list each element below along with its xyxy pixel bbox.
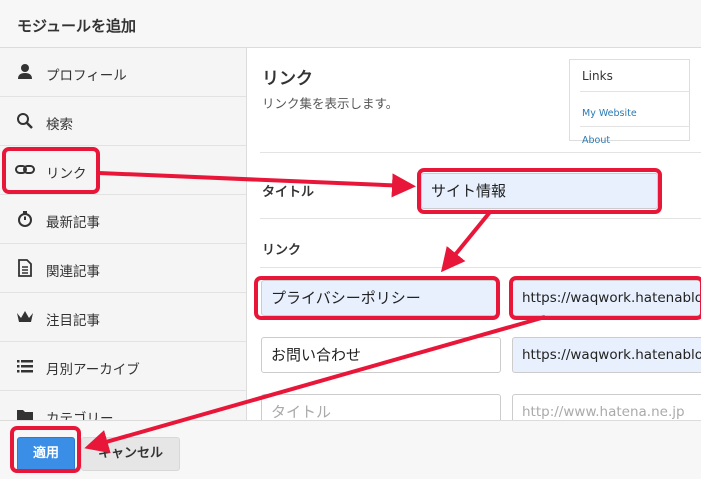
title-label: タイトル (262, 185, 315, 200)
link-url-input[interactable]: https://waqwork.hatenablog. (512, 280, 701, 316)
dialog-header: モジュールを追加 (0, 0, 701, 48)
sidebar-item-label: 検索 (46, 117, 73, 133)
sidebar-item-search[interactable]: 検索 (0, 97, 246, 146)
sidebar-item-label: リンク (46, 166, 87, 182)
links-label: リンク (262, 243, 302, 258)
link-title-input[interactable]: お問い合わせ (261, 337, 501, 373)
search-icon (15, 111, 35, 131)
sidebar-item-label: 関連記事 (46, 264, 100, 280)
module-preview: Links My Website About (569, 59, 690, 146)
cancel-button[interactable]: キャンセル (81, 437, 180, 471)
sidebar-item-label: プロフィール (46, 68, 127, 84)
list-icon (15, 356, 35, 376)
title-input[interactable]: サイト情報 (421, 173, 658, 209)
sidebar-item-related-entries[interactable]: 関連記事 (0, 244, 246, 293)
module-title: リンク (262, 69, 313, 89)
sidebar-item-profile[interactable]: プロフィール (0, 48, 246, 97)
sidebar-item-label: カテゴリー (46, 411, 114, 420)
divider (260, 218, 701, 219)
sidebar-item-label: 注目記事 (46, 313, 100, 329)
apply-button[interactable]: 適用 (17, 437, 75, 471)
divider (260, 152, 701, 153)
dialog-footer: 適用 キャンセル (0, 420, 701, 479)
dialog-title: モジュールを追加 (17, 17, 136, 35)
add-module-dialog: モジュールを追加 プロフィール 検索 リンク 最新記事 関連記事 注目記事 月別… (0, 0, 701, 479)
sidebar-item-recent-entries[interactable]: 最新記事 (0, 195, 246, 244)
link-title-input[interactable]: プライバシーポリシー (261, 280, 497, 316)
sidebar-item-category[interactable]: カテゴリー (0, 391, 246, 420)
link-icon (15, 160, 35, 180)
preview-title: Links (582, 69, 613, 83)
link-url-input[interactable]: https://waqwork.hatenablog. (512, 337, 701, 373)
crown-icon (15, 307, 35, 327)
sidebar-item-featured-entries[interactable]: 注目記事 (0, 293, 246, 342)
module-sidebar: プロフィール 検索 リンク 最新記事 関連記事 注目記事 月別アーカイブ カテゴ… (0, 48, 247, 420)
sidebar-item-monthly-archive[interactable]: 月別アーカイブ (0, 342, 246, 391)
module-settings-panel: リンク リンク集を表示します。 Links My Website About タ… (247, 48, 701, 420)
sidebar-item-label: 月別アーカイブ (46, 362, 140, 378)
person-icon (15, 62, 35, 82)
new-link-title-input[interactable]: タイトル (261, 394, 501, 420)
preview-divider (580, 91, 690, 92)
preview-divider (580, 126, 690, 127)
document-icon (15, 258, 35, 278)
new-link-url-input[interactable]: http://www.hatena.ne.jp (512, 394, 701, 420)
preview-link: My Website (582, 108, 637, 119)
sidebar-item-link[interactable]: リンク (0, 146, 246, 195)
sidebar-item-label: 最新記事 (46, 215, 100, 231)
stopwatch-icon (15, 209, 35, 229)
preview-link: About (582, 135, 611, 146)
folder-icon (15, 405, 35, 420)
divider (260, 267, 701, 268)
module-description: リンク集を表示します。 (262, 96, 399, 111)
